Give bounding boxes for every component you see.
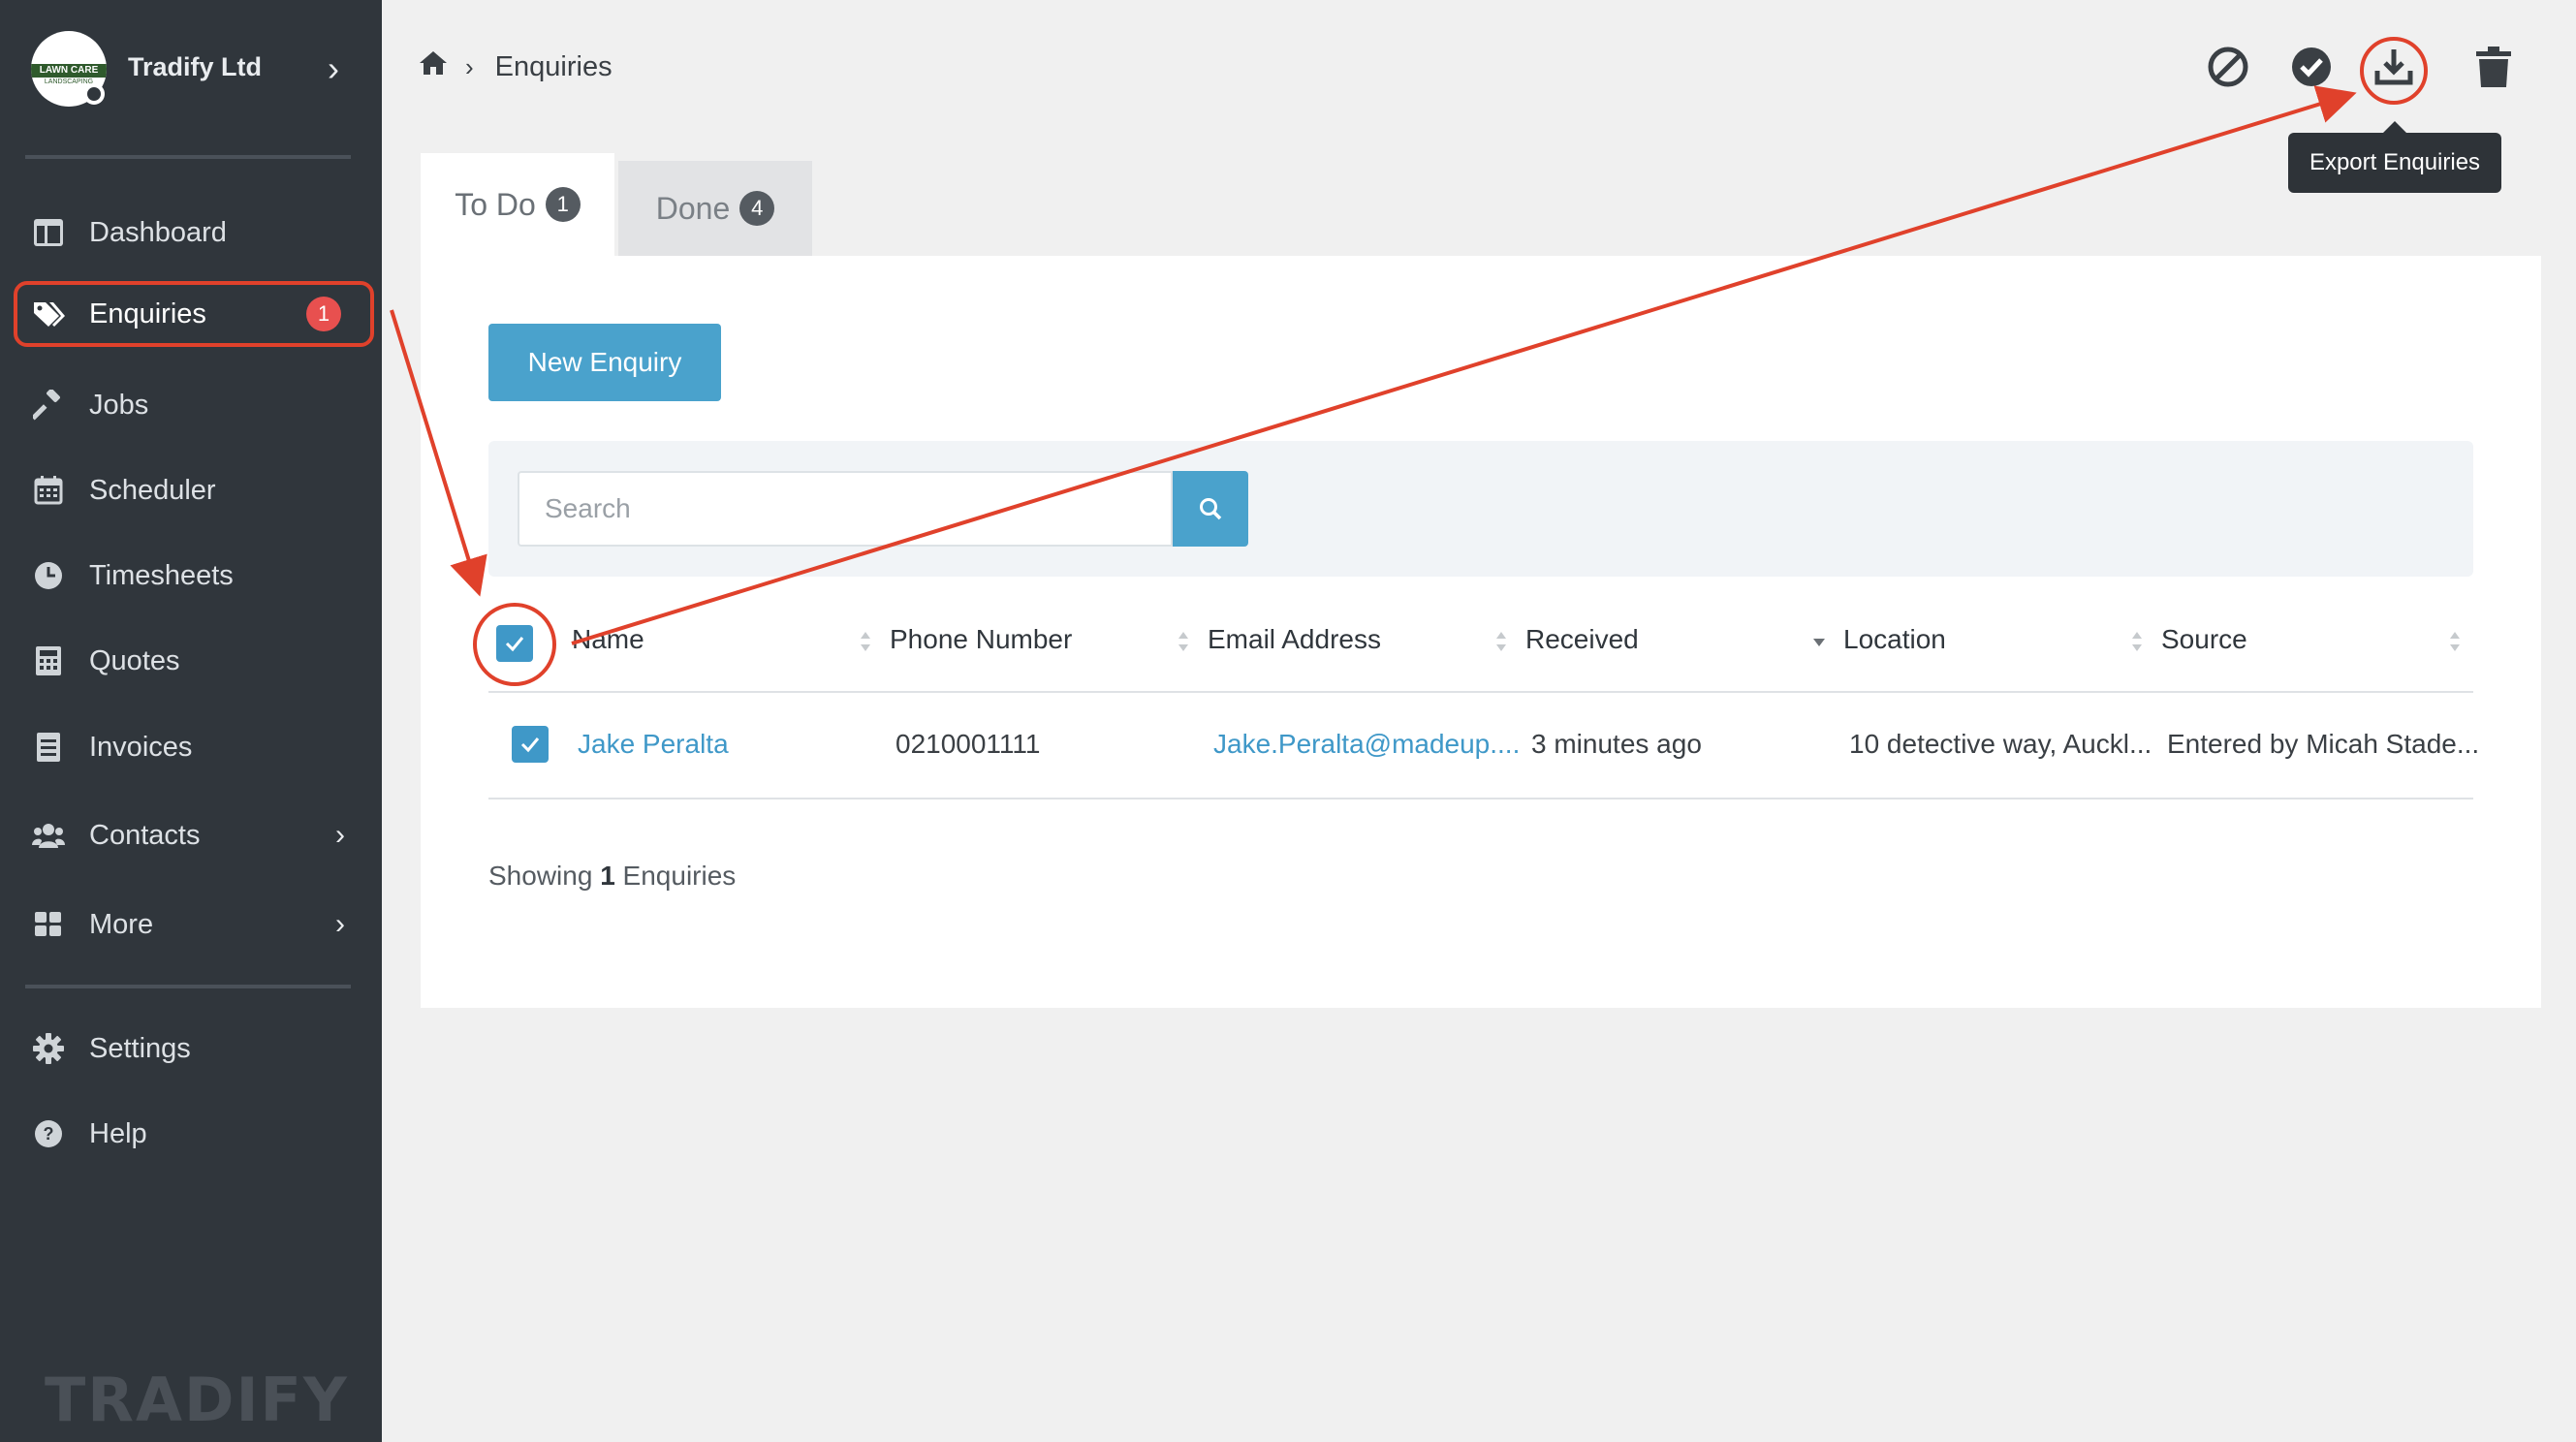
sidebar-item-label: Help (89, 1117, 147, 1149)
decline-icon[interactable] (2204, 43, 2252, 91)
cell-location: 10 detective way, Auckl... (1849, 729, 2152, 759)
column-header-received[interactable]: Received (1525, 624, 1639, 655)
chevron-right-icon: › (335, 819, 345, 851)
sidebar-item-jobs[interactable]: Jobs (14, 372, 374, 438)
help-icon: ? (31, 1119, 66, 1148)
sidebar-item-invoices[interactable]: Invoices (14, 714, 374, 780)
sidebar-item-label: Contacts (89, 819, 201, 851)
search-icon (1200, 498, 1222, 520)
column-header-location[interactable]: Location (1843, 624, 1946, 655)
sidebar-divider (25, 985, 351, 988)
sidebar-item-label: Scheduler (89, 474, 216, 506)
sort-icon[interactable] (1177, 628, 1190, 655)
sort-icon[interactable] (1494, 628, 1508, 655)
sort-icon[interactable] (859, 628, 872, 655)
tab-done[interactable]: Done 4 (618, 161, 812, 256)
column-header-email[interactable]: Email Address (1208, 624, 1381, 655)
sidebar-item-label: Settings (89, 1032, 191, 1064)
breadcrumb-current: Enquiries (494, 50, 613, 82)
row-checkbox[interactable] (512, 726, 549, 763)
calculator-icon (31, 645, 66, 676)
breadcrumb: › Enquiries (419, 50, 613, 83)
new-enquiry-button[interactable]: New Enquiry (488, 324, 721, 401)
chevron-right-icon: › (328, 48, 339, 88)
annotation-highlight-box (14, 281, 374, 347)
invoice-icon (31, 732, 66, 763)
cell-phone: 0210001111 (895, 729, 1041, 759)
results-summary: Showing 1 Enquiries (488, 861, 736, 892)
chevron-right-icon: › (335, 908, 345, 940)
gear-icon (31, 1033, 66, 1064)
users-icon (31, 822, 66, 849)
sidebar-item-label: Timesheets (89, 559, 234, 591)
grid-icon (31, 912, 66, 937)
sidebar-item-label: Jobs (89, 389, 149, 421)
export-tooltip: Export Enquiries (2288, 121, 2501, 193)
tab-count-badge: 1 (545, 187, 581, 222)
search-input[interactable] (518, 471, 1173, 547)
row-divider (488, 798, 2473, 799)
tab-todo[interactable]: To Do 1 (421, 153, 614, 256)
search-button[interactable] (1173, 471, 1248, 547)
sidebar-item-contacts[interactable]: Contacts › (14, 802, 374, 868)
sidebar-item-help[interactable]: ? Help (14, 1101, 374, 1167)
column-header-source[interactable]: Source (2161, 624, 2247, 655)
cell-received: 3 minutes ago (1531, 729, 1702, 759)
sidebar-item-label: More (89, 908, 154, 940)
hammer-icon (31, 390, 66, 421)
status-dot (83, 83, 105, 105)
sidebar-item-scheduler[interactable]: Scheduler (14, 457, 374, 523)
sort-icon[interactable] (2130, 628, 2144, 655)
column-header-name[interactable]: Name (572, 624, 644, 655)
sidebar-item-label: Dashboard (89, 216, 227, 248)
clock-icon (31, 561, 66, 590)
svg-text:?: ? (44, 1124, 54, 1144)
annotation-circle (2360, 37, 2428, 105)
mark-done-icon[interactable] (2287, 43, 2336, 91)
sort-desc-icon[interactable] (1812, 628, 1826, 655)
sidebar: LAWN CARE LANDSCAPING Tradify Ltd › Dash… (0, 0, 382, 1442)
tab-label: To Do (455, 186, 536, 222)
dashboard-icon (31, 218, 66, 247)
column-header-phone[interactable]: Phone Number (890, 624, 1072, 655)
showing-prefix: Showing (488, 861, 593, 891)
header-divider (488, 691, 2473, 693)
sidebar-item-more[interactable]: More › (14, 892, 374, 957)
sidebar-item-dashboard[interactable]: Dashboard (14, 200, 374, 266)
sidebar-item-settings[interactable]: Settings (14, 1016, 374, 1082)
sidebar-item-timesheets[interactable]: Timesheets (14, 543, 374, 609)
cell-source: Entered by Micah Stade... (2167, 729, 2480, 759)
tab-label: Done (655, 190, 731, 226)
tab-count-badge: 4 (739, 191, 775, 226)
sidebar-item-quotes[interactable]: Quotes (14, 628, 374, 694)
sidebar-divider (25, 155, 351, 159)
cell-email[interactable]: Jake.Peralta@madeup.... (1213, 729, 1520, 760)
tradify-wordmark: TRADIFY (45, 1364, 349, 1435)
sidebar-item-label: Invoices (89, 731, 193, 763)
breadcrumb-separator-icon: › (465, 51, 474, 81)
logo-text: LAWN CARE (31, 64, 107, 78)
trash-icon[interactable] (2469, 43, 2518, 91)
sort-icon[interactable] (2448, 628, 2462, 655)
home-icon[interactable] (419, 50, 448, 83)
annotation-circle (473, 603, 556, 686)
sidebar-item-label: Quotes (89, 644, 180, 676)
showing-suffix: Enquiries (622, 861, 737, 891)
company-switcher[interactable]: LAWN CARE LANDSCAPING Tradify Ltd › (31, 31, 351, 109)
showing-count: 1 (600, 861, 615, 891)
company-name: Tradify Ltd (128, 52, 263, 81)
calendar-icon (31, 476, 66, 505)
cell-name[interactable]: Jake Peralta (578, 729, 729, 760)
